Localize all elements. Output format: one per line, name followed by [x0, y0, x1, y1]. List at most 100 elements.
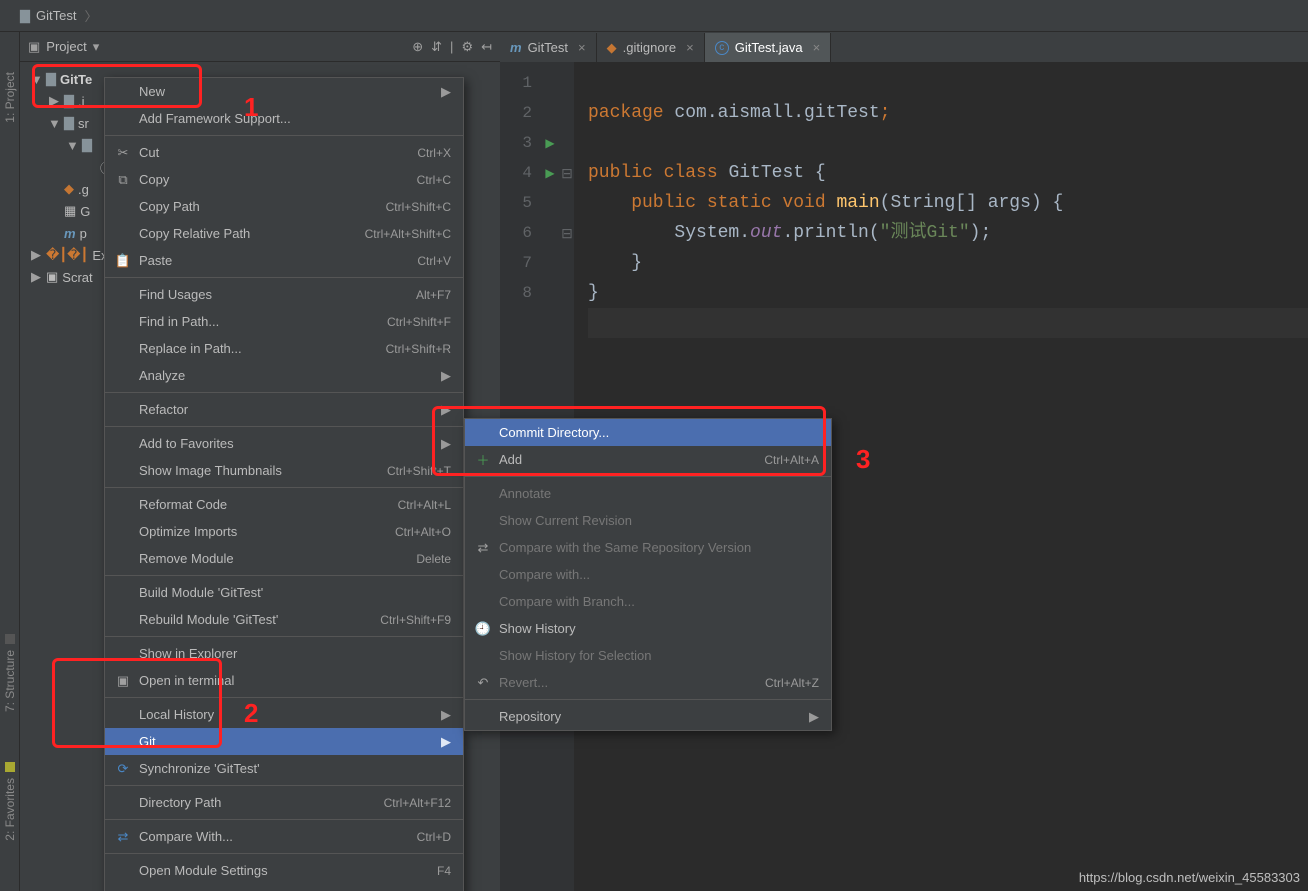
copy-icon: ⧉: [114, 172, 132, 188]
menu-show-thumbnails[interactable]: Show Image ThumbnailsCtrl+Shift+T: [105, 457, 463, 484]
clipboard-icon: 📋: [114, 253, 132, 269]
menu-compare-with[interactable]: ⇄Compare With...Ctrl+D: [105, 823, 463, 850]
menu-refactor[interactable]: Refactor▶: [105, 396, 463, 423]
menu-synchronize[interactable]: ⟳Synchronize 'GitTest': [105, 755, 463, 782]
line-number: 1: [500, 68, 532, 98]
tab-gittest[interactable]: mGitTest×: [500, 33, 597, 62]
menu-optimize-imports[interactable]: Optimize ImportsCtrl+Alt+O: [105, 518, 463, 545]
menu-label: Reformat Code: [139, 497, 227, 512]
separator: [465, 699, 831, 700]
line-number: 4: [500, 158, 532, 188]
class-icon: c: [715, 41, 729, 55]
lib-icon: �┃�┃: [46, 247, 88, 263]
menu-remove-module[interactable]: Remove ModuleDelete: [105, 545, 463, 572]
menu-open-terminal[interactable]: ▣Open in terminal: [105, 667, 463, 694]
menu-label: Add: [499, 452, 522, 467]
menu-add-framework[interactable]: Add Framework Support...: [105, 105, 463, 132]
scratch-icon: ▣: [46, 269, 58, 285]
menu-add-favorites[interactable]: Add to Favorites▶: [105, 430, 463, 457]
menu-rebuild-module[interactable]: Rebuild Module 'GitTest'Ctrl+Shift+F9: [105, 606, 463, 633]
separator: [105, 135, 463, 136]
tab-gittest-java[interactable]: cGitTest.java×: [705, 33, 832, 62]
menu-label: Compare with...: [499, 567, 590, 582]
folder-icon: ▇: [20, 8, 30, 24]
menu-find-usages[interactable]: Find UsagesAlt+F7: [105, 281, 463, 308]
menu-cut[interactable]: ✂CutCtrl+X: [105, 139, 463, 166]
tree-src[interactable]: sr: [78, 116, 89, 131]
code-token: );: [970, 223, 992, 243]
tab-favorites[interactable]: 2: Favorites: [3, 778, 17, 841]
separator: [105, 277, 463, 278]
menu-paste[interactable]: 📋PasteCtrl+V: [105, 247, 463, 274]
submenu-commit-directory[interactable]: Commit Directory...: [465, 419, 831, 446]
menu-label: Show History for Selection: [499, 648, 651, 663]
locate-icon[interactable]: ⊕: [412, 39, 423, 55]
menu-copy-path[interactable]: Copy PathCtrl+Shift+C: [105, 193, 463, 220]
tab-project[interactable]: 1: Project: [3, 72, 17, 123]
hide-icon[interactable]: ↤: [481, 39, 492, 55]
tree-root[interactable]: GitTe: [60, 72, 92, 87]
menu-label: Copy Relative Path: [139, 226, 250, 241]
shortcut: Ctrl+Alt+O: [395, 525, 451, 539]
shortcut: Ctrl+C: [417, 173, 451, 187]
code-token: package: [588, 103, 664, 123]
chevron-down-icon[interactable]: ▾: [93, 39, 100, 55]
line-number: 6: [500, 218, 532, 248]
submenu-arrow-icon: ▶: [441, 436, 451, 452]
revert-icon: ↶: [474, 675, 492, 691]
menu-reformat[interactable]: Reformat CodeCtrl+Alt+L: [105, 491, 463, 518]
fold-icon[interactable]: ⊟: [560, 158, 574, 188]
menu-label: Compare with the Same Repository Version: [499, 540, 751, 555]
menu-show-explorer[interactable]: Show in Explorer: [105, 640, 463, 667]
menu-replace-in-path[interactable]: Replace in Path...Ctrl+Shift+R: [105, 335, 463, 362]
close-icon[interactable]: ×: [578, 40, 586, 55]
code-token: (String[] args) {: [880, 193, 1064, 213]
tab-gitignore[interactable]: ◆.gitignore×: [597, 33, 705, 62]
favorites-icon: [5, 762, 15, 772]
separator: [105, 392, 463, 393]
project-title[interactable]: Project: [46, 39, 86, 54]
menu-local-history[interactable]: Local History▶: [105, 701, 463, 728]
tree-p[interactable]: p: [80, 226, 87, 241]
menu-copy[interactable]: ⧉CopyCtrl+C: [105, 166, 463, 193]
code-token: .println(: [782, 223, 879, 243]
play-icon[interactable]: ▶: [540, 128, 560, 158]
menu-open-module-settings[interactable]: Open Module SettingsF4: [105, 857, 463, 884]
tree-idea[interactable]: .i: [78, 94, 85, 109]
menu-analyze[interactable]: Analyze▶: [105, 362, 463, 389]
m-icon: m: [64, 226, 76, 241]
tab-structure[interactable]: 7: Structure: [3, 650, 17, 712]
close-icon[interactable]: ×: [813, 40, 821, 55]
menu-directory-path[interactable]: Directory PathCtrl+Alt+F12: [105, 789, 463, 816]
fold-icon[interactable]: ⊟: [560, 218, 574, 248]
menu-git[interactable]: Git▶: [105, 728, 463, 755]
submenu-compare-same: ⇄Compare with the Same Repository Versio…: [465, 534, 831, 561]
submenu-repository[interactable]: Repository▶: [465, 703, 831, 730]
collapse-icon[interactable]: ⇵: [431, 39, 442, 55]
play-icon[interactable]: ▶: [540, 158, 560, 188]
gear-icon[interactable]: ⚙: [461, 39, 473, 55]
tree-G[interactable]: G: [80, 204, 90, 219]
menu-find-in-path[interactable]: Find in Path...Ctrl+Shift+F: [105, 308, 463, 335]
close-icon[interactable]: ×: [686, 40, 694, 55]
menu-new[interactable]: New▶: [105, 78, 463, 105]
tree-scr[interactable]: Scrat: [62, 270, 92, 285]
history-icon: 🕘: [474, 621, 492, 637]
submenu-add[interactable]: ＋AddCtrl+Alt+A: [465, 446, 831, 473]
menu-label: Paste: [139, 253, 172, 268]
tree-g[interactable]: .g: [78, 182, 89, 197]
menu-label: Cut: [139, 145, 159, 160]
menu-label: Rebuild Module 'GitTest': [139, 612, 278, 627]
menu-label: Show Image Thumbnails: [139, 463, 282, 478]
separator: [105, 819, 463, 820]
menu-mark-directory[interactable]: Mark Directory as▶: [105, 884, 463, 891]
submenu-show-history[interactable]: 🕘Show History: [465, 615, 831, 642]
line-number: 3: [500, 128, 532, 158]
menu-copy-relative-path[interactable]: Copy Relative PathCtrl+Alt+Shift+C: [105, 220, 463, 247]
menu-build-module[interactable]: Build Module 'GitTest': [105, 579, 463, 606]
shortcut: Ctrl+Alt+Z: [765, 676, 819, 690]
shortcut: Delete: [416, 552, 451, 566]
breadcrumb-title[interactable]: GitTest: [36, 8, 76, 23]
separator: [105, 636, 463, 637]
menu-label: Show Current Revision: [499, 513, 632, 528]
